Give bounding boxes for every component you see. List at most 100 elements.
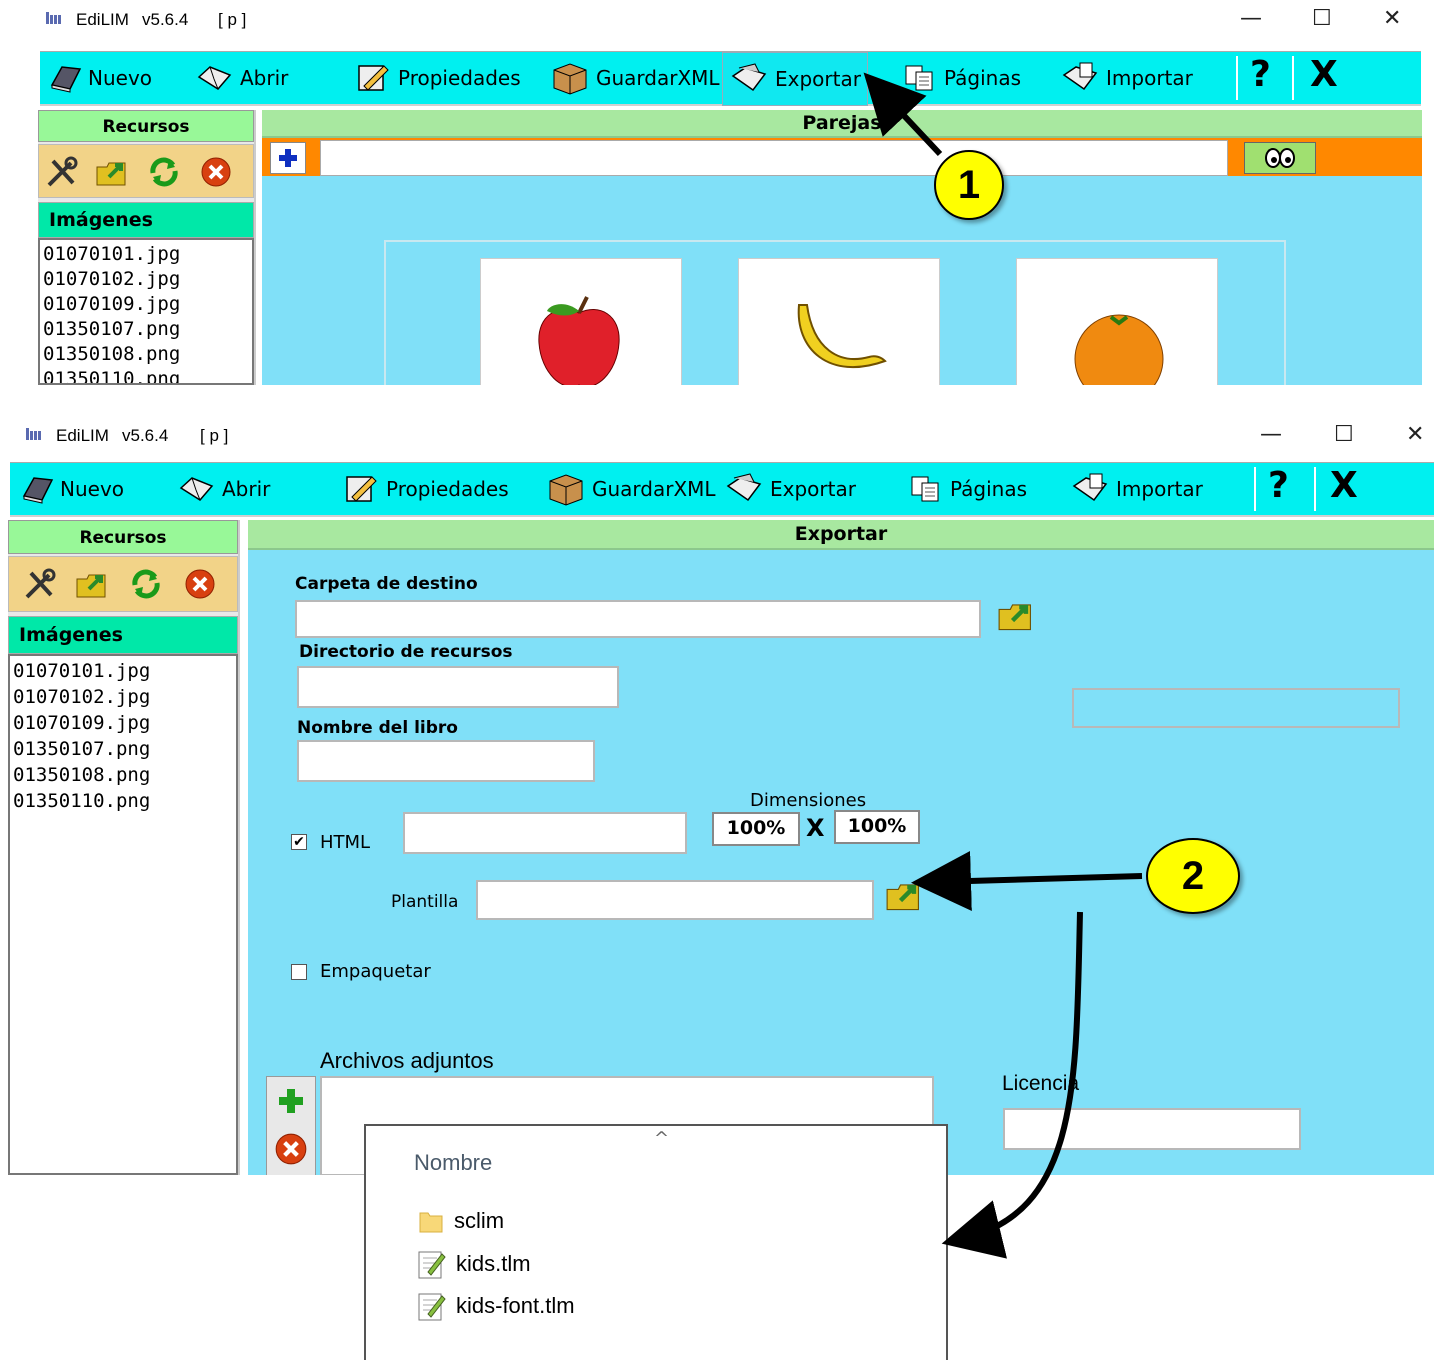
minimize-button[interactable]: — [1240,6,1262,31]
tools-icon[interactable] [23,567,57,601]
browse-folder-icon[interactable] [996,596,1038,634]
sidebar-header: Recursos [38,110,254,142]
html-checkbox[interactable]: ✔ [291,834,307,850]
parejas-text-input[interactable] [320,140,1228,176]
carpeta-destino-label: Carpeta de destino [295,574,478,594]
image-file-list[interactable]: 01070101.jpg 01070102.jpg 01070109.jpg 0… [38,238,254,385]
tools-icon[interactable] [45,155,79,189]
app-version: v5.6.4 [142,10,189,29]
template-file-browser: ^ Nombre sclim kids.tlm kids-font.tlm [364,1124,948,1360]
sidebar-icon-row [8,556,238,612]
nuevo-button[interactable]: Nuevo [20,463,124,515]
card-orange[interactable] [1016,258,1218,385]
file-item-kids-font-tlm[interactable]: kids-font.tlm [416,1290,575,1322]
refresh-icon[interactable] [147,155,181,189]
paginas-button[interactable]: Páginas [902,52,1021,104]
delete-icon[interactable] [199,155,233,189]
html-input[interactable] [403,812,687,854]
banana-image [797,304,887,369]
export-title: Exportar [248,520,1434,550]
list-item[interactable]: 01350110.png [13,788,236,814]
step-1-badge: 1 [934,150,1004,220]
parejas-title: Parejas [262,110,1422,138]
nombre-libro-input[interactable] [297,740,595,782]
card-apple[interactable] [480,258,682,385]
list-item[interactable]: 01070109.jpg [13,710,236,736]
abrir-button[interactable]: Abrir [178,463,270,515]
list-item[interactable]: 01350110.png [43,367,252,383]
open-folder-icon[interactable] [95,155,131,189]
list-item[interactable]: 01070101.jpg [13,658,236,684]
file-item-sclim[interactable]: sclim [418,1208,504,1234]
remove-attachment-icon[interactable] [273,1131,309,1167]
dimensiones-label: Dimensiones [750,790,867,811]
close-app-button[interactable]: X [1330,465,1358,506]
export-panel: Exportar Carpeta de destino Directorio d… [248,520,1434,1175]
file-name: kids.tlm [456,1251,531,1276]
propiedades-button[interactable]: Propiedades [356,52,521,104]
maximize-button[interactable]: ☐ [1334,422,1354,447]
plus-icon [279,149,297,167]
app-logo-icon [46,12,61,24]
plantilla-input[interactable] [476,880,874,920]
close-window-button[interactable]: ✕ [1406,422,1424,447]
plantilla-label: Plantilla [391,892,459,912]
exportar-button[interactable]: Exportar [722,52,868,106]
list-item[interactable]: 01350108.png [43,342,252,367]
list-item[interactable]: 01350107.png [13,736,236,762]
app-name: EdiLIM [76,10,129,29]
plantilla-browse-folder-icon[interactable] [884,876,926,914]
licencia-input[interactable] [1003,1108,1301,1150]
minimize-button[interactable]: — [1260,422,1282,447]
image-file-list[interactable]: 01070101.jpg 01070102.jpg 01070109.jpg 0… [8,654,238,1175]
list-item[interactable]: 01350108.png [13,762,236,788]
help-button[interactable]: ? [1268,465,1289,506]
import-icon [1062,62,1098,91]
empaquetar-checkbox[interactable] [291,964,307,980]
propiedades-button[interactable]: Propiedades [344,463,509,515]
open-book-icon [179,477,214,501]
parejas-top-strip [262,138,1422,176]
list-item[interactable]: 01350107.png [43,317,252,342]
maximize-button[interactable]: ☐ [1312,6,1332,31]
card-banana[interactable] [738,258,940,385]
dimension-x: X [806,814,825,842]
guardarxml-button[interactable]: GuardarXML [550,52,720,104]
refresh-icon[interactable] [129,567,163,601]
nuevo-button[interactable]: Nuevo [48,52,152,104]
paginas-button[interactable]: Páginas [908,463,1027,515]
abrir-button[interactable]: Abrir [196,52,288,104]
add-page-button[interactable] [270,142,306,174]
dimension-width-input[interactable]: 100% [712,812,800,846]
attachments-toolbar [266,1076,316,1175]
pages-icon [911,476,939,502]
folder-icon [419,1212,443,1233]
pages-icon [905,65,933,91]
guardarxml-button[interactable]: GuardarXML [546,463,716,515]
eyes-icon [1265,148,1295,168]
abrir-label: Abrir [240,66,289,90]
list-item[interactable]: 01070102.jpg [43,267,252,292]
dimension-height-input[interactable]: 100% [834,810,920,844]
close-app-button[interactable]: X [1310,54,1338,95]
preview-button[interactable] [1244,142,1316,174]
list-item[interactable]: 01070101.jpg [43,242,252,267]
list-item[interactable]: 01070109.jpg [43,292,252,317]
export-icon [726,473,762,502]
importar-button[interactable]: Importar [1070,463,1203,515]
parejas-panel: Parejas [262,110,1422,385]
archivos-adjuntos-label: Archivos adjuntos [320,1048,494,1073]
directorio-recursos-input[interactable] [297,666,619,708]
help-button[interactable]: ? [1250,54,1271,95]
column-header-nombre[interactable]: Nombre [414,1150,492,1176]
add-attachment-icon[interactable] [275,1085,307,1117]
exportar-button[interactable]: Exportar [724,463,856,515]
open-folder-icon[interactable] [75,567,111,601]
close-window-button[interactable]: ✕ [1383,6,1401,31]
file-item-kids-tlm[interactable]: kids.tlm [416,1248,531,1280]
importar-button[interactable]: Importar [1060,52,1193,104]
list-item[interactable]: 01070102.jpg [13,684,236,710]
carpeta-destino-input[interactable] [295,600,981,638]
delete-icon[interactable] [183,567,217,601]
import-icon [1072,473,1108,502]
